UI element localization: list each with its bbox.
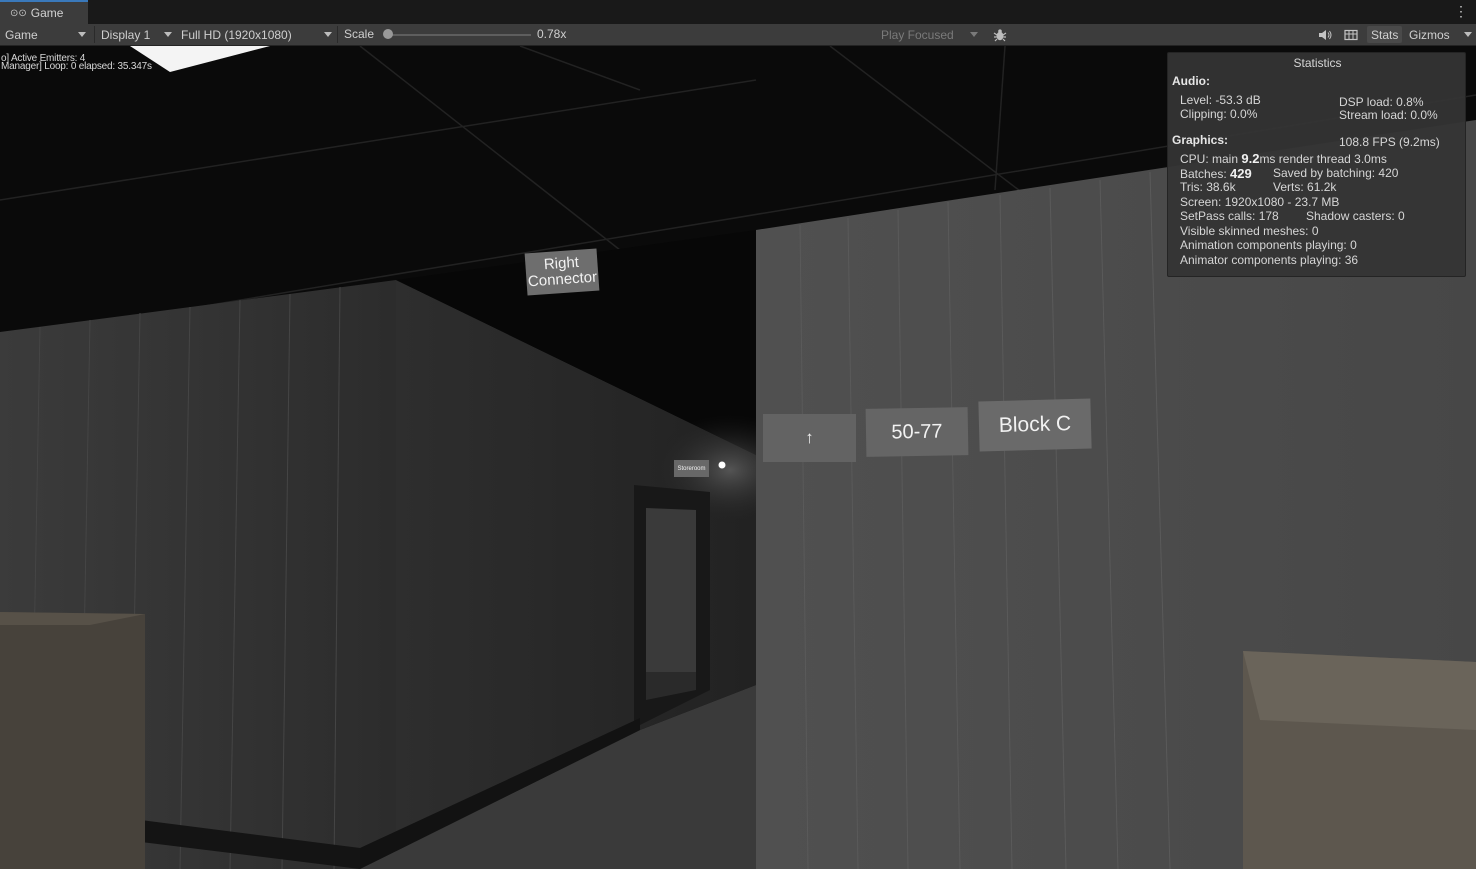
setpass-readout: SetPass calls: 178: [1180, 209, 1279, 223]
sign-block: Block C: [978, 398, 1092, 452]
view-mode-dropdown[interactable]: Game: [0, 24, 90, 45]
divider: [337, 26, 338, 43]
screen-readout: Screen: 1920x1080 - 23.7 MB: [1180, 195, 1340, 209]
sign-storeroom: Storeroom: [674, 460, 709, 477]
dsp-load: DSP load: 0.8%: [1339, 95, 1424, 109]
gizmos-button[interactable]: Gizmos: [1405, 26, 1454, 43]
display-label: Display 1: [101, 27, 151, 42]
stats-button[interactable]: Stats: [1367, 26, 1403, 43]
graphics-heading: Graphics:: [1172, 133, 1229, 147]
crosshair-dot: [718, 461, 726, 469]
resolution-dropdown[interactable]: Full HD (1920x1080): [176, 24, 336, 45]
statistics-title: Statistics: [1293, 56, 1342, 70]
divider: [94, 26, 95, 43]
play-mode-label: Play Focused: [881, 27, 954, 42]
chevron-down-icon: [970, 32, 978, 37]
tab-game[interactable]: ⊙⊙ Game: [0, 0, 88, 24]
doorway-opening: [646, 508, 696, 672]
view-mode-label: Game: [5, 27, 38, 42]
debug-loop-text: Manager] Loop: 0 elapsed: 35.347s: [1, 61, 152, 72]
kebab-menu-icon[interactable]: ⋮: [1454, 3, 1468, 20]
sign-right-connector: Right Connector: [524, 248, 600, 296]
sign-room-range: 50-77: [865, 407, 969, 457]
grid-icon[interactable]: [1340, 26, 1362, 43]
scale-slider[interactable]: [386, 34, 531, 36]
chevron-down-icon: [78, 32, 86, 37]
tab-bar: ⊙⊙ Game ⋮: [0, 0, 1476, 24]
crate-left: [0, 612, 145, 869]
gizmos-dropdown[interactable]: [1458, 24, 1476, 45]
chevron-down-icon: [324, 32, 332, 37]
shadow-casters: Shadow casters: 0: [1306, 209, 1405, 223]
animation-components: Animation components playing: 0: [1180, 238, 1357, 252]
fps-readout: 108.8 FPS (9.2ms): [1339, 135, 1440, 149]
skinned-meshes: Visible skinned meshes: 0: [1180, 224, 1319, 238]
play-mode-dropdown[interactable]: Play Focused: [876, 24, 986, 45]
gamepad-icon: ⊙⊙: [10, 7, 27, 19]
sign-arrow: ↑: [763, 414, 856, 462]
game-toolbar: Game Display 1 Full HD (1920x1080) Scale…: [0, 24, 1476, 46]
stream-load: Stream load: 0.0%: [1339, 108, 1438, 122]
verts-readout: Verts: 61.2k: [1273, 180, 1337, 194]
scale-slider-handle[interactable]: [383, 29, 393, 39]
audio-clipping: Clipping: 0.0%: [1180, 107, 1258, 121]
bug-icon[interactable]: [990, 26, 1010, 43]
batches-readout: Batches: 429: [1180, 166, 1252, 181]
statistics-panel: Statistics Audio: Level: -53.3 dB Clippi…: [1167, 52, 1466, 277]
resolution-label: Full HD (1920x1080): [181, 27, 292, 42]
animator-components: Animator components playing: 36: [1180, 253, 1359, 267]
chevron-down-icon: [164, 32, 172, 37]
tab-game-label: Game: [30, 6, 64, 20]
scale-label: Scale: [344, 27, 375, 41]
audio-heading: Audio:: [1172, 74, 1210, 88]
speaker-icon[interactable]: [1314, 26, 1336, 43]
chevron-down-icon: [1464, 32, 1472, 37]
scale-value: 0.78x: [537, 27, 567, 41]
display-dropdown[interactable]: Display 1: [96, 24, 176, 45]
audio-level: Level: -53.3 dB: [1180, 93, 1261, 107]
saved-batching: Saved by batching: 420: [1273, 166, 1399, 180]
cpu-readout: CPU: main 9.2ms render thread 3.0ms: [1180, 151, 1387, 166]
tris-readout: Tris: 38.6k: [1180, 180, 1236, 194]
